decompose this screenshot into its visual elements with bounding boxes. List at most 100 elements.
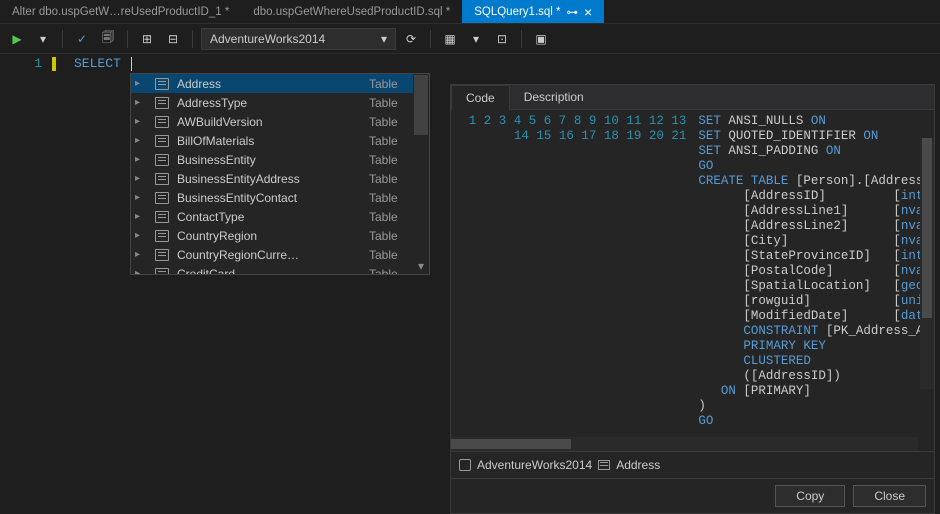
intellisense-item[interactable]: ▸ AddressType Table xyxy=(131,93,413,112)
item-type: Table xyxy=(369,153,409,167)
horizontal-scrollbar[interactable] xyxy=(451,437,918,451)
text-cursor xyxy=(131,57,132,71)
preview-buttons: Copy Close xyxy=(451,478,934,513)
preview-code-area[interactable]: 1 2 3 4 5 6 7 8 9 10 11 12 13 14 15 16 1… xyxy=(451,110,934,451)
table-icon xyxy=(155,211,169,223)
window-button[interactable]: ▣ xyxy=(530,28,552,50)
table-icon xyxy=(155,154,169,166)
item-type: Table xyxy=(369,267,409,275)
footer-table: Address xyxy=(616,458,660,472)
expand-icon[interactable]: ▸ xyxy=(135,154,147,165)
item-name: BillOfMaterials xyxy=(177,134,361,148)
scroll-down-icon[interactable]: ▾ xyxy=(414,259,428,273)
explain-button[interactable]: 🗐 xyxy=(97,28,119,50)
item-type: Table xyxy=(369,248,409,262)
table-icon xyxy=(155,268,169,275)
editor-area: 1 SELECT ▸AddressTable▸AddressTypeTable▸… xyxy=(0,54,940,512)
item-name: BusinessEntity xyxy=(177,153,361,167)
tab-label: SQLQuery1.sql * xyxy=(474,6,560,18)
expand-icon[interactable]: ▸ xyxy=(135,173,147,184)
intellisense-item[interactable]: ▸ CountryRegion Table xyxy=(131,226,413,245)
toolbar: ▶ ▾ ✓ 🗐 ⊞ ⊟ AdventureWorks2014 ▾ ⟳ ▦ ▾ ⊡… xyxy=(0,24,940,54)
scrollbar-thumb[interactable] xyxy=(414,75,428,135)
expand-icon[interactable]: ▸ xyxy=(135,192,147,203)
table-icon xyxy=(155,135,169,147)
layout-button[interactable]: ⊡ xyxy=(491,28,513,50)
item-name: ContactType xyxy=(177,210,361,224)
tab-description[interactable]: Description xyxy=(510,85,598,109)
dropdown-2-icon[interactable]: ▾ xyxy=(465,28,487,50)
intellisense-item[interactable]: ▸ CreditCard Table xyxy=(131,264,413,274)
dropdown-icon[interactable]: ▾ xyxy=(32,28,54,50)
footer-database: AdventureWorks2014 xyxy=(477,458,592,472)
preview-tabs: Code Description xyxy=(451,85,934,110)
preview-lines: SET ANSI_NULLS ONSET QUOTED_IDENTIFIER O… xyxy=(692,110,934,451)
item-name: CreditCard xyxy=(177,267,361,275)
item-type: Table xyxy=(369,229,409,243)
table-icon xyxy=(155,97,169,109)
table-icon xyxy=(155,230,169,242)
expand-icon[interactable]: ▸ xyxy=(135,97,147,108)
intellisense-popup[interactable]: ▸AddressTable▸AddressTypeTable▸AWBuildVe… xyxy=(130,73,430,275)
chevron-down-icon: ▾ xyxy=(381,32,387,46)
item-type: Table xyxy=(369,191,409,205)
intellisense-item[interactable]: ▸ BusinessEntityContact Table xyxy=(131,188,413,207)
tab-label: dbo.uspGetWhereUsedProductID.sql * xyxy=(253,6,450,18)
item-type: Table xyxy=(369,134,409,148)
database-name: AdventureWorks2014 xyxy=(210,32,325,46)
item-name: CountryRegion xyxy=(177,229,361,243)
expand-icon[interactable]: ▸ xyxy=(135,249,147,260)
close-icon[interactable]: × xyxy=(584,5,592,19)
table-icon xyxy=(155,192,169,204)
expand-icon[interactable]: ▸ xyxy=(135,268,147,274)
database-icon xyxy=(459,459,471,471)
item-name: AddressType xyxy=(177,96,361,110)
table-icon xyxy=(155,116,169,128)
intellisense-item[interactable]: ▸ CountryRegionCurre… Table xyxy=(131,245,413,264)
object-preview-panel: Code Description 1 2 3 4 5 6 7 8 9 10 11… xyxy=(450,84,935,514)
grid-button[interactable]: ▦ xyxy=(439,28,461,50)
file-tab-2[interactable]: dbo.uspGetWhereUsedProductID.sql * xyxy=(241,0,462,23)
intellisense-item[interactable]: ▸ ContactType Table xyxy=(131,207,413,226)
modified-marker xyxy=(52,57,56,71)
item-name: Address xyxy=(177,77,361,91)
item-type: Table xyxy=(369,115,409,129)
pin-icon[interactable]: ⊶ xyxy=(567,5,579,19)
database-selector[interactable]: AdventureWorks2014 ▾ xyxy=(201,28,396,50)
file-tab-3[interactable]: SQLQuery1.sql * ⊶ × xyxy=(462,0,604,23)
toggle-button-1[interactable]: ⊞ xyxy=(136,28,158,50)
expand-icon[interactable]: ▸ xyxy=(135,211,147,222)
item-type: Table xyxy=(369,77,409,91)
expand-icon[interactable]: ▸ xyxy=(135,230,147,241)
copy-button[interactable]: Copy xyxy=(775,485,845,507)
item-name: BusinessEntityContact xyxy=(177,191,361,205)
table-icon xyxy=(598,460,610,470)
intellisense-item[interactable]: ▸AWBuildVersionTable xyxy=(131,112,413,131)
close-button[interactable]: Close xyxy=(853,485,926,507)
code-line[interactable]: SELECT xyxy=(74,56,132,71)
parse-button[interactable]: ✓ xyxy=(71,28,93,50)
preview-gutter: 1 2 3 4 5 6 7 8 9 10 11 12 13 14 15 16 1… xyxy=(451,110,692,451)
tab-code[interactable]: Code xyxy=(451,85,510,110)
preview-footer: AdventureWorks2014 Address xyxy=(451,451,934,478)
vertical-scrollbar[interactable] xyxy=(920,138,934,389)
file-tabs: Alter dbo.uspGetW…reUsedProductID_1 * db… xyxy=(0,0,940,24)
intellisense-item[interactable]: ▸ BusinessEntity Table xyxy=(131,150,413,169)
toggle-button-2[interactable]: ⊟ xyxy=(162,28,184,50)
expand-icon[interactable]: ▸ xyxy=(135,116,147,127)
item-name: CountryRegionCurre… xyxy=(177,248,361,262)
refresh-button[interactable]: ⟳ xyxy=(400,28,422,50)
table-icon xyxy=(155,249,169,261)
item-type: Table xyxy=(369,172,409,186)
execute-button[interactable]: ▶ xyxy=(6,28,28,50)
item-type: Table xyxy=(369,96,409,110)
expand-icon[interactable]: ▸ xyxy=(135,78,147,89)
expand-icon[interactable]: ▸ xyxy=(135,135,147,146)
file-tab-1[interactable]: Alter dbo.uspGetW…reUsedProductID_1 * xyxy=(0,0,241,23)
intellisense-item[interactable]: ▸ Address Table xyxy=(131,74,413,93)
line-gutter: 1 xyxy=(0,54,50,512)
item-type: Table xyxy=(369,210,409,224)
intellisense-item[interactable]: ▸ BillOfMaterials Table xyxy=(131,131,413,150)
intellisense-item[interactable]: ▸BusinessEntityAddressTable xyxy=(131,169,413,188)
table-icon xyxy=(155,173,169,185)
